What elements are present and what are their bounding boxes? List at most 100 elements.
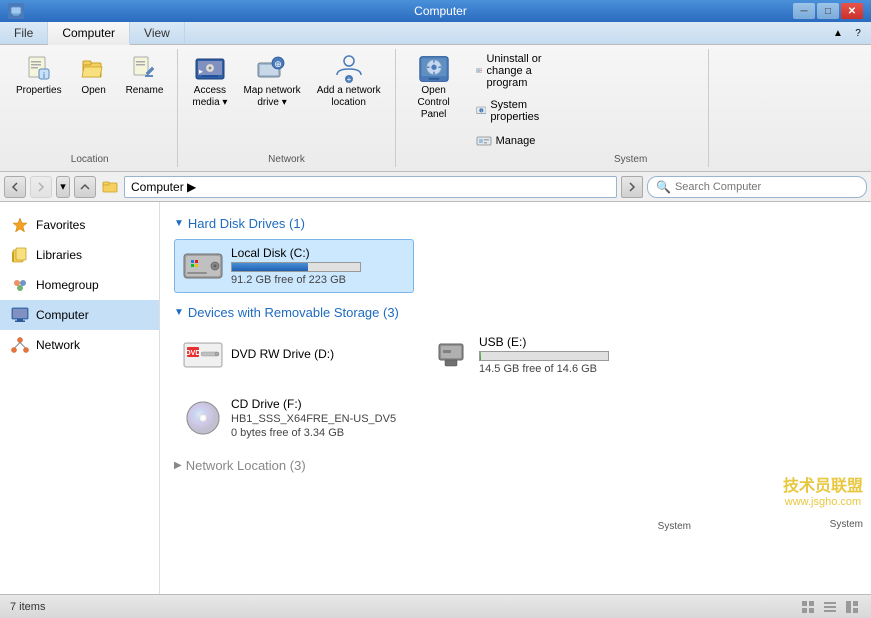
back-button[interactable] <box>4 176 26 198</box>
ribbon-content: i Properties Open <box>0 45 871 171</box>
ribbon-tabs: File Computer View ▲ ? <box>0 22 871 45</box>
manage-label: Manage <box>496 135 536 147</box>
libraries-icon <box>10 245 30 265</box>
network-icon <box>10 335 30 355</box>
cd-drive-size: 0 bytes free of 3.34 GB <box>231 427 405 439</box>
status-bar: 7 items <box>0 594 871 618</box>
properties-label: Properties <box>16 85 62 97</box>
network-section-header[interactable]: ▶ Network Location (3) <box>174 458 857 473</box>
sidebar-item-network[interactable]: Network <box>0 330 159 360</box>
location-group-label: Location <box>71 154 109 165</box>
forward-button[interactable] <box>30 176 52 198</box>
cd-drive-f[interactable]: CD Drive (F:) HB1_SSS_X64FRE_EN-US_DV5 0… <box>174 390 414 446</box>
manage-icon <box>476 133 492 149</box>
svg-text:▶: ▶ <box>199 69 203 75</box>
removable-drives: DVD DVD RW Drive (D:) <box>174 328 857 446</box>
removable-section-header[interactable]: ▼ Devices with Removable Storage (3) <box>174 305 857 320</box>
tab-view[interactable]: View <box>130 22 185 44</box>
sidebar-item-homegroup[interactable]: Homegroup <box>0 270 159 300</box>
control-panel-label: Open ControlPanel <box>410 85 458 121</box>
title-bar: Computer ─ □ ✕ <box>0 0 871 22</box>
favorites-label: Favorites <box>36 218 85 232</box>
map-drive-button[interactable]: ⊕ Map networkdrive ▾ <box>237 51 306 111</box>
open-label: Open <box>81 85 105 97</box>
dvd-drive-d[interactable]: DVD DVD RW Drive (D:) <box>174 328 414 382</box>
uninstall-icon <box>476 63 483 79</box>
minimize-button[interactable]: ─ <box>793 3 815 19</box>
system-group-label: System <box>658 521 691 532</box>
tab-file[interactable]: File <box>0 22 48 44</box>
open-button[interactable]: Open <box>72 51 116 99</box>
view-btn-2[interactable] <box>821 598 839 616</box>
properties-button[interactable]: i Properties <box>10 51 68 99</box>
maximize-button[interactable]: □ <box>817 3 839 19</box>
main-area: Favorites Libraries Homegroup <box>0 202 871 594</box>
rename-button[interactable]: Rename <box>120 51 170 99</box>
local-disk-name: Local Disk (C:) <box>231 246 405 260</box>
dvd-icon: DVD <box>183 335 223 375</box>
local-disk-size: 91.2 GB free of 223 GB <box>231 274 405 286</box>
sidebar-item-computer[interactable]: Computer <box>0 300 159 330</box>
libraries-label: Libraries <box>36 248 82 262</box>
svg-text:DVD: DVD <box>186 350 201 357</box>
properties-icon: i <box>23 53 55 85</box>
manage-button[interactable]: Manage <box>472 131 554 151</box>
view-btn-1[interactable] <box>799 598 817 616</box>
usb-drive-info: USB (E:) 14.5 GB free of 14.6 GB <box>479 335 653 375</box>
hard-disk-section-header[interactable]: ▼ Hard Disk Drives (1) <box>174 216 857 231</box>
add-network-button[interactable]: + Add a networklocation <box>311 51 387 111</box>
system-props-icon: i <box>476 103 487 119</box>
watermark: 技术员联盟 www.jsgho.com <box>783 472 863 508</box>
sidebar-item-favorites[interactable]: Favorites <box>0 210 159 240</box>
control-panel-icon <box>418 53 450 85</box>
local-disk-c[interactable]: Local Disk (C:) 91.2 GB free of 223 GB <box>174 239 414 293</box>
system-props-button[interactable]: i System properties <box>472 97 554 125</box>
network-arrow: ▶ <box>174 460 182 471</box>
removable-title: Devices with Removable Storage (3) <box>188 305 399 320</box>
watermark-cn: 技术员联盟 <box>783 472 863 496</box>
access-media-button[interactable]: ▶ Accessmedia ▾ <box>186 51 233 111</box>
system-group-footer: System <box>830 516 863 530</box>
usb-drive-bar-fill <box>480 352 481 360</box>
close-button[interactable]: ✕ <box>841 3 863 19</box>
local-disk-bar-fill <box>232 263 308 271</box>
view-btn-3[interactable] <box>843 598 861 616</box>
address-path[interactable]: Computer ▶ <box>124 176 617 198</box>
hard-disk-title: Hard Disk Drives (1) <box>188 216 305 231</box>
go-button[interactable] <box>621 176 643 198</box>
network-group-label: Network <box>268 154 305 165</box>
access-media-label: Accessmedia ▾ <box>192 85 227 109</box>
uninstall-label: Uninstall or change a program <box>486 53 549 89</box>
address-bar: ▾ Computer ▶ 🔍 <box>0 172 871 202</box>
dvd-drive-name: DVD RW Drive (D:) <box>231 347 405 361</box>
svg-text:i: i <box>43 71 45 80</box>
items-count: 7 items <box>10 601 45 613</box>
watermark-url: www.jsgho.com <box>783 496 863 508</box>
search-box[interactable]: 🔍 <box>647 176 867 198</box>
cd-drive-info: CD Drive (F:) HB1_SSS_X64FRE_EN-US_DV5 0… <box>231 397 405 439</box>
homegroup-label: Homegroup <box>36 278 99 292</box>
usb-drive-bar-container <box>479 351 609 361</box>
cd-drive-name2: HB1_SSS_X64FRE_EN-US_DV5 <box>231 413 405 425</box>
system-props-label: System properties <box>490 99 549 123</box>
usb-drive-e[interactable]: USB (E:) 14.5 GB free of 14.6 GB <box>422 328 662 382</box>
dropdown-btn[interactable]: ▾ <box>56 176 70 198</box>
tab-computer[interactable]: Computer <box>48 22 130 45</box>
up-arrow-btn[interactable]: ▲ <box>829 24 847 42</box>
sidebar-item-libraries[interactable]: Libraries <box>0 240 159 270</box>
computer-label: Computer <box>36 308 89 322</box>
rename-label: Rename <box>126 85 164 97</box>
uninstall-button[interactable]: Uninstall or change a program <box>472 51 554 91</box>
ribbon-group-network: ▶ Accessmedia ▾ ⊕ Map networkdr <box>178 49 395 167</box>
help-btn[interactable]: ? <box>849 24 867 42</box>
network-title: Network Location (3) <box>186 458 306 473</box>
cd-icon <box>183 398 223 438</box>
control-panel-button[interactable]: Open ControlPanel <box>404 51 464 165</box>
path-text: Computer ▶ <box>131 180 196 194</box>
search-input[interactable] <box>675 181 858 193</box>
removable-arrow: ▼ <box>174 307 184 318</box>
map-drive-label: Map networkdrive ▾ <box>243 85 300 109</box>
content-area: ▼ Hard Disk Drives (1) <box>160 202 871 594</box>
up-button[interactable] <box>74 176 96 198</box>
network-buttons: ▶ Accessmedia ▾ ⊕ Map networkdr <box>186 51 386 152</box>
